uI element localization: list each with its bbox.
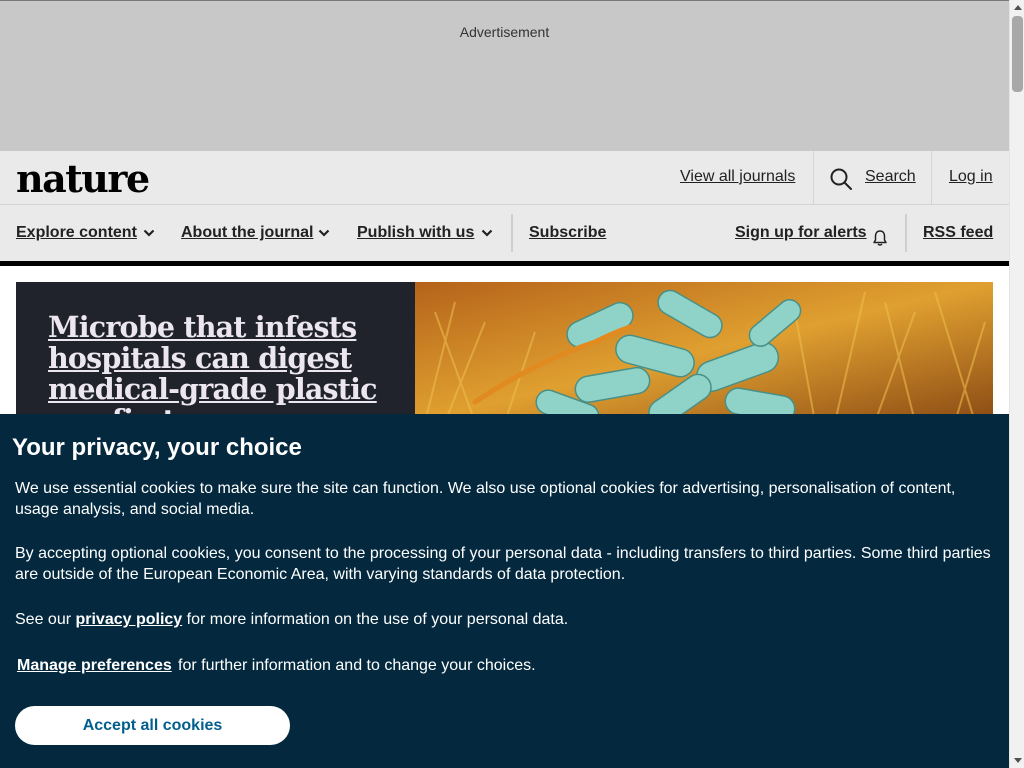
nav-about-journal[interactable]: About the journal [181,224,313,242]
login-link[interactable]: Log in [949,168,993,186]
privacy-policy-link[interactable]: privacy policy [75,611,182,628]
privacy-text-after: for more information on the use of your … [182,611,569,628]
hero-image[interactable] [415,282,993,422]
scrollbar-thumb[interactable] [1012,16,1023,92]
privacy-text-before: See our [15,611,76,628]
nature-logo[interactable]: nature [16,156,150,201]
cookie-consent-banner: Your privacy, your choice We use essenti… [0,414,1009,768]
nav-bottom-rule [0,261,1009,266]
cookie-paragraph-privacy: See our privacy policy for more informat… [15,610,1000,631]
cookie-title: Your privacy, your choice [12,434,302,461]
header-divider [813,151,814,205]
accept-all-cookies-button[interactable]: Accept all cookies [15,706,290,745]
chevron-down-icon[interactable] [481,229,493,237]
page: Advertisement nature View all journals S… [0,0,1009,768]
sign-up-alerts-link[interactable]: Sign up for alerts [735,224,867,242]
search-icon[interactable] [829,167,853,191]
scroll-down-arrow-icon[interactable] [1014,758,1022,763]
manage-preferences-text: for further information and to change yo… [178,657,536,674]
microbe-image [415,282,993,422]
site-header: nature View all journals Search Log in [0,151,1009,205]
bell-icon[interactable] [871,229,889,247]
advertisement-area: Advertisement [0,0,1009,151]
view-all-journals-link[interactable]: View all journals [680,168,795,186]
chevron-down-icon[interactable] [143,229,155,237]
scroll-up-arrow-icon[interactable] [1014,5,1022,10]
header-divider [931,151,932,205]
cookie-paragraph-essential: We use essential cookies to make sure th… [15,480,956,518]
nav-divider [511,214,513,252]
nav-explore-content[interactable]: Explore content [16,224,137,242]
vertical-scrollbar[interactable] [1009,0,1024,768]
advertisement-label: Advertisement [459,24,550,40]
chevron-down-icon[interactable] [318,229,330,237]
nav-subscribe[interactable]: Subscribe [529,224,606,242]
nav-divider [905,214,907,252]
manage-preferences-button[interactable]: Manage preferences [17,657,172,675]
search-link[interactable]: Search [865,168,916,186]
cookie-paragraph-consent: By accepting optional cookies, you conse… [15,545,991,583]
main-nav: Explore content About the journal Publis… [0,205,1009,261]
nav-publish-with-us[interactable]: Publish with us [357,224,474,242]
rss-feed-link[interactable]: RSS feed [923,224,993,242]
